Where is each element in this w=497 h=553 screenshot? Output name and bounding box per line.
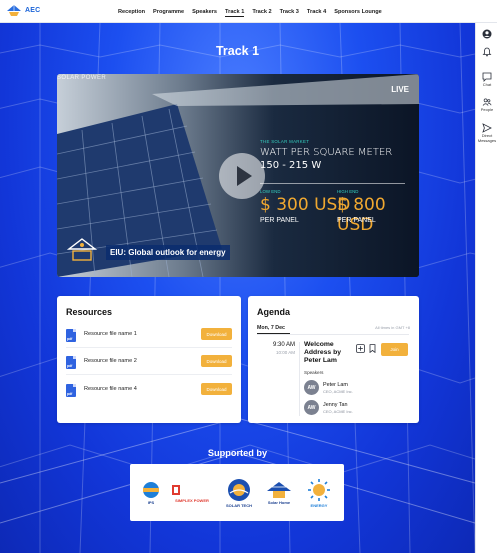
timeline-line <box>299 342 300 416</box>
resource-row: Resource file name 2 Download <box>66 354 232 375</box>
speaker-name: Peter Lam <box>323 382 348 388</box>
people-icon <box>482 98 492 106</box>
nav-item-track-2[interactable]: Track 2 <box>248 0 275 23</box>
page-title: Track 1 <box>215 44 260 58</box>
download-button[interactable]: Download <box>201 328 232 340</box>
nav-item-speakers[interactable]: Speakers <box>188 0 221 23</box>
sponsors-panel: IPS SIMPLEX POWER SOLAR TECH Solar Home … <box>130 464 344 521</box>
chat-button[interactable]: Chat <box>476 72 497 88</box>
overlay-low-label: LOW END <box>260 189 281 194</box>
people-button[interactable]: People <box>476 97 497 113</box>
speaker-item[interactable]: AW Jenny Tan CEO, ACME Inc. <box>304 400 404 416</box>
overlay-headline: WATT PER SQUARE METER <box>260 147 393 158</box>
video-brand: SOLAR POWER <box>57 75 107 81</box>
speaker-item[interactable]: AW Peter Lam CEO, ACME Inc. <box>304 380 404 396</box>
right-rail: Chat People Direct Messages <box>475 23 497 553</box>
speaker-role: CEO, ACME Inc. <box>323 409 353 414</box>
overlay-range: 150 - 215 W <box>260 160 322 171</box>
session-end-time: 10:00 AM <box>275 350 295 355</box>
download-button[interactable]: Download <box>201 355 232 367</box>
eiu-logo-icon <box>67 238 97 261</box>
supported-by-title: Supported by <box>207 448 268 458</box>
play-button[interactable] <box>219 153 265 199</box>
download-button[interactable]: Download <box>201 383 232 395</box>
agenda-divider <box>257 334 409 335</box>
sponsor-name: SOLAR TECH <box>226 502 252 508</box>
people-label: People <box>480 107 494 112</box>
resources-card: Resources Resource file name 1 Download … <box>57 296 241 423</box>
bookmark-icon[interactable] <box>368 344 377 353</box>
overlay-low-per: PER PANEL <box>260 217 299 224</box>
add-to-calendar-icon[interactable] <box>356 344 365 353</box>
solar-tech-logo-icon <box>228 478 250 501</box>
pdf-file-icon <box>66 356 76 369</box>
profile-button[interactable] <box>476 29 497 39</box>
sponsor-simplex-power[interactable]: SIMPLEX POWER <box>170 464 214 521</box>
resource-row: Resource file name 1 Download <box>66 327 232 348</box>
main-nav: Reception Programme Speakers Track 1 Tra… <box>114 0 386 23</box>
sponsor-ips[interactable]: IPS <box>138 464 164 521</box>
video-caption: EIU: Global outlook for energy <box>106 245 230 260</box>
live-badge: LIVE <box>391 85 409 94</box>
send-icon <box>482 123 492 133</box>
session-start-time: 9:30 AM <box>272 342 295 348</box>
play-icon <box>236 166 252 186</box>
resources-title: Resources <box>66 307 113 317</box>
top-bar: AEC Reception Programme Speakers Track 1… <box>0 0 497 23</box>
simplex-power-logo-icon <box>172 484 180 495</box>
direct-messages-button[interactable]: Direct Messages <box>476 123 497 143</box>
sponsor-energy[interactable]: ENERGY <box>302 464 336 521</box>
chat-label: Chat <box>482 82 492 87</box>
agenda-title: Agenda <box>257 307 291 317</box>
sponsor-name: IPS <box>147 499 155 505</box>
avatar: AW <box>304 380 319 395</box>
brand-name: AEC <box>25 7 41 14</box>
solar-home-logo-icon <box>267 481 291 498</box>
nav-item-track-3[interactable]: Track 3 <box>276 0 303 23</box>
aec-logo-icon <box>7 5 21 16</box>
overlay-high-label: HIGH END <box>337 189 359 194</box>
ips-logo-icon <box>143 481 159 498</box>
speakers-label: Speakers <box>304 370 324 375</box>
resource-row: Resource file name 4 Download <box>66 382 232 403</box>
sponsor-name: SIMPLEX POWER <box>175 497 209 503</box>
nav-item-programme[interactable]: Programme <box>149 0 188 23</box>
resource-name: Resource file name 2 <box>84 358 137 364</box>
sponsor-solar-tech[interactable]: SOLAR TECH <box>222 464 256 521</box>
speaker-role: CEO, ACME Inc. <box>323 389 353 394</box>
video-player[interactable]: SOLAR POWER LIVE THE SOLAR MARKET WATT P… <box>57 74 419 277</box>
chat-bubble-icon <box>482 72 492 82</box>
overlay-high-price: $ 800 USD <box>337 195 386 235</box>
speaker-name: Jenny Tan <box>323 402 348 408</box>
agenda-timezone: All times in GMT +8 <box>375 325 410 330</box>
direct-messages-label: Direct Messages <box>477 133 497 143</box>
energy-sun-logo-icon <box>308 478 330 501</box>
event-stage: Track 1 SOLAR POWER LIVE THE SOLAR MARKE… <box>0 23 475 553</box>
nav-item-reception[interactable]: Reception <box>114 0 149 23</box>
resource-name: Resource file name 1 <box>84 331 137 337</box>
notifications-button[interactable] <box>476 47 497 57</box>
resource-name: Resource file name 4 <box>84 386 137 392</box>
overlay-high-per: PER PANEL <box>337 217 376 224</box>
join-button[interactable]: Join <box>381 343 408 356</box>
sponsor-solar-home[interactable]: Solar Home <box>262 464 296 521</box>
sponsor-name: Solar Home <box>267 499 291 505</box>
user-circle-icon <box>482 29 492 39</box>
agenda-card: Agenda Mon, 7 Dec All times in GMT +8 9:… <box>248 296 419 423</box>
overlay-kicker: THE SOLAR MARKET <box>260 139 310 144</box>
nav-item-track-4[interactable]: Track 4 <box>303 0 330 23</box>
overlay-divider <box>260 183 405 184</box>
nav-item-track-1[interactable]: Track 1 <box>221 0 248 23</box>
session-title[interactable]: Welcome Address by Peter Lam <box>304 341 354 366</box>
pdf-file-icon <box>66 384 76 397</box>
avatar: AW <box>304 400 319 415</box>
agenda-date-tab[interactable]: Mon, 7 Dec <box>257 325 285 331</box>
pdf-file-icon <box>66 329 76 342</box>
brand-logo[interactable]: AEC <box>6 4 40 17</box>
nav-item-sponsors-lounge[interactable]: Sponsors Lounge <box>330 0 386 23</box>
sponsor-name: ENERGY <box>310 502 328 508</box>
bell-icon <box>482 47 492 57</box>
